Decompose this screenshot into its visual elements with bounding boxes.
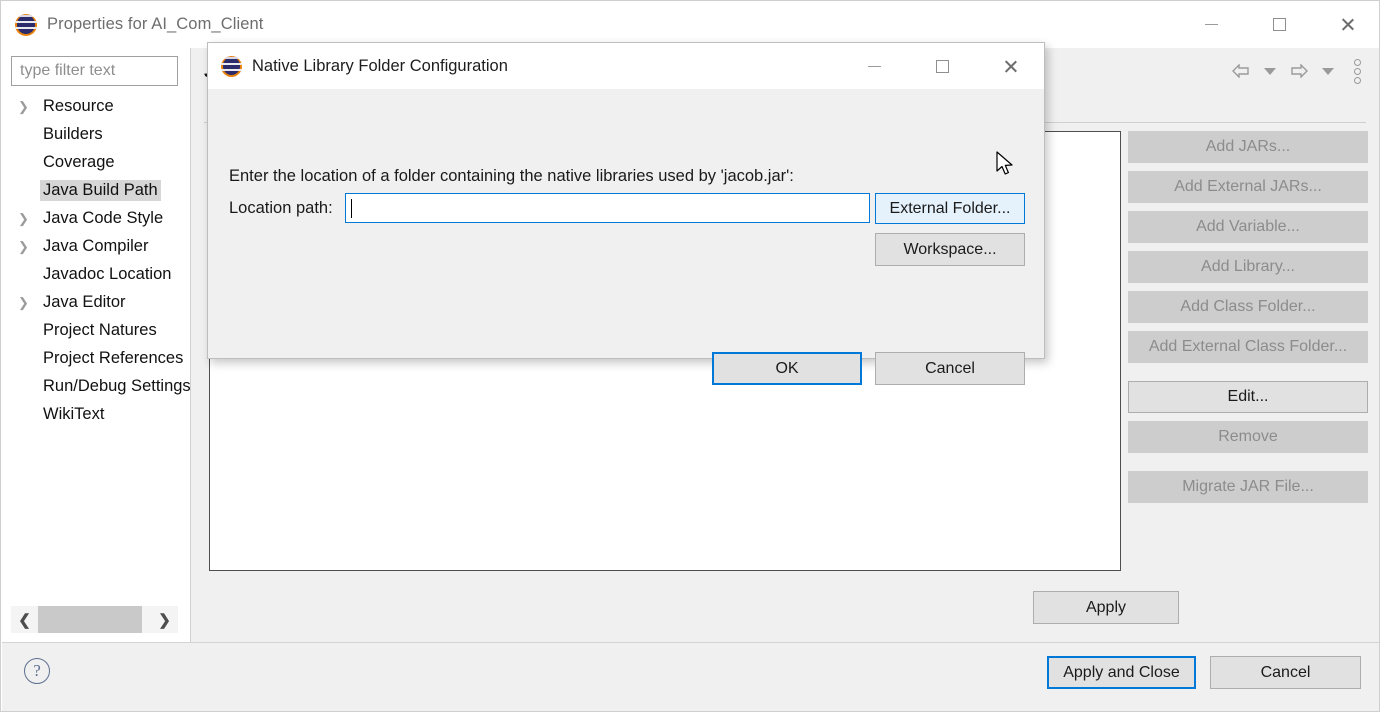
- minimize-icon: [867, 65, 881, 67]
- sidebar-item-wikitext[interactable]: ❯ WikiText: [2, 400, 190, 428]
- remove-button[interactable]: Remove: [1128, 421, 1368, 453]
- chevron-right-icon: ❯: [18, 294, 29, 310]
- window-controls: [1177, 1, 1379, 48]
- sidebar-item-resource[interactable]: ❯ Resource: [2, 92, 190, 120]
- back-arrow-icon[interactable]: [1228, 58, 1254, 84]
- text-caret: [351, 198, 352, 218]
- filter-placeholder: type filter text: [20, 62, 116, 79]
- chevron-right-icon: ❯: [18, 210, 29, 226]
- help-question-icon[interactable]: ?: [24, 658, 50, 684]
- eclipse-icon: [15, 13, 37, 36]
- dialog-description: Enter the location of a folder containin…: [229, 167, 794, 185]
- workspace-button[interactable]: Workspace...: [875, 233, 1025, 266]
- sidebar-item-java-code-style[interactable]: ❯ Java Code Style: [2, 204, 190, 232]
- maximize-icon: [1272, 18, 1286, 31]
- sidebar-item-label: Java Build Path: [40, 179, 161, 201]
- settings-tree: ❯ Resource ❯ Builders ❯ Coverage ❯ Java …: [2, 92, 190, 428]
- dialog-minimize-button[interactable]: [840, 43, 908, 89]
- sidebar-item-java-editor[interactable]: ❯ Java Editor: [2, 288, 190, 316]
- scrollbar-thumb[interactable]: [38, 606, 142, 633]
- window-titlebar: Properties for AI_Com_Client: [1, 1, 1379, 48]
- sidebar-item-label: Java Compiler: [43, 236, 149, 255]
- add-class-folder-button[interactable]: Add Class Folder...: [1128, 291, 1368, 323]
- page-navigation: [1228, 58, 1370, 84]
- dialog-cancel-button[interactable]: Cancel: [875, 352, 1025, 385]
- sidebar-item-project-references[interactable]: ❯ Project References: [2, 344, 190, 372]
- add-external-jars-button[interactable]: Add External JARs...: [1128, 171, 1368, 203]
- sidebar-item-coverage[interactable]: ❯ Coverage: [2, 148, 190, 176]
- window-title: Properties for AI_Com_Client: [47, 15, 264, 33]
- minimize-button[interactable]: [1177, 1, 1245, 48]
- sidebar-item-label: Java Code Style: [43, 208, 164, 227]
- sidebar-item-run-debug-settings[interactable]: ❯ Run/Debug Settings: [2, 372, 190, 400]
- sidebar-item-javadoc-location[interactable]: ❯ Javadoc Location: [2, 260, 190, 288]
- sidebar-item-project-natures[interactable]: ❯ Project Natures: [2, 316, 190, 344]
- close-icon: [1340, 17, 1355, 32]
- apply-button[interactable]: Apply: [1033, 591, 1179, 624]
- ok-button[interactable]: OK: [712, 352, 862, 385]
- dialog-title: Native Library Folder Configuration: [252, 56, 508, 75]
- migrate-jar-file-button[interactable]: Migrate JAR File...: [1128, 471, 1368, 503]
- location-path-input[interactable]: [345, 193, 870, 223]
- button-group-gap: [1128, 371, 1368, 381]
- maximize-button[interactable]: [1245, 1, 1313, 48]
- chevron-right-icon: ❯: [18, 98, 29, 114]
- classpath-action-buttons: Add JARs... Add External JARs... Add Var…: [1128, 131, 1368, 511]
- apply-and-close-button[interactable]: Apply and Close: [1047, 656, 1196, 689]
- sidebar-item-java-compiler[interactable]: ❯ Java Compiler: [2, 232, 190, 260]
- sidebar-item-label: Coverage: [43, 152, 115, 171]
- sidebar-item-java-build-path[interactable]: ❯ Java Build Path: [2, 176, 190, 204]
- add-variable-button[interactable]: Add Variable...: [1128, 211, 1368, 243]
- add-external-class-folder-button[interactable]: Add External Class Folder...: [1128, 331, 1368, 363]
- back-dropdown-chevron-down-icon[interactable]: [1257, 58, 1283, 84]
- chevron-right-icon[interactable]: ❯: [151, 606, 178, 633]
- cancel-button[interactable]: Cancel: [1210, 656, 1361, 689]
- sidebar-item-label: Javadoc Location: [43, 264, 172, 283]
- sidebar-item-label: Project References: [43, 348, 184, 367]
- dialog-close-button[interactable]: [976, 43, 1044, 89]
- settings-sidebar: type filter text ❯ Resource ❯ Builders ❯…: [2, 48, 190, 642]
- edit-button[interactable]: Edit...: [1128, 381, 1368, 413]
- minimize-icon: [1204, 24, 1218, 25]
- close-icon: [1003, 59, 1018, 74]
- button-group-gap: [1128, 461, 1368, 471]
- forward-dropdown-chevron-down-icon[interactable]: [1315, 58, 1341, 84]
- forward-arrow-icon[interactable]: [1286, 58, 1312, 84]
- maximize-icon: [935, 59, 949, 73]
- dialog-titlebar: Native Library Folder Configuration: [208, 43, 1044, 89]
- add-jars-button[interactable]: Add JARs...: [1128, 131, 1368, 163]
- external-folder-button[interactable]: External Folder...: [875, 193, 1025, 224]
- sidebar-item-label: Java Editor: [43, 292, 126, 311]
- dialog-window-controls: [840, 43, 1044, 89]
- add-library-button[interactable]: Add Library...: [1128, 251, 1368, 283]
- sidebar-item-label: Run/Debug Settings: [43, 376, 190, 395]
- eclipse-icon: [221, 55, 242, 77]
- filter-input[interactable]: type filter text: [11, 56, 178, 86]
- scrollbar-track[interactable]: [142, 606, 151, 633]
- dialog-maximize-button[interactable]: [908, 43, 976, 89]
- location-path-label: Location path:: [229, 199, 333, 217]
- vertical-dots-icon[interactable]: [1344, 58, 1370, 84]
- sidebar-horizontal-scrollbar[interactable]: ❮ ❯: [11, 606, 178, 633]
- chevron-right-icon: ❯: [18, 238, 29, 254]
- sidebar-item-builders[interactable]: ❯ Builders: [2, 120, 190, 148]
- chevron-left-icon[interactable]: ❮: [11, 606, 38, 633]
- native-library-folder-dialog: Native Library Folder Configuration Ente…: [207, 42, 1045, 385]
- sidebar-item-label: WikiText: [43, 404, 105, 423]
- close-button[interactable]: [1313, 1, 1379, 48]
- sidebar-item-label: Project Natures: [43, 320, 157, 339]
- sidebar-item-label: Resource: [43, 96, 114, 115]
- properties-window: Properties for AI_Com_Client type filter…: [0, 0, 1380, 712]
- sidebar-item-label: Builders: [43, 124, 103, 143]
- dialog-body: Enter the location of a folder containin…: [208, 89, 1044, 385]
